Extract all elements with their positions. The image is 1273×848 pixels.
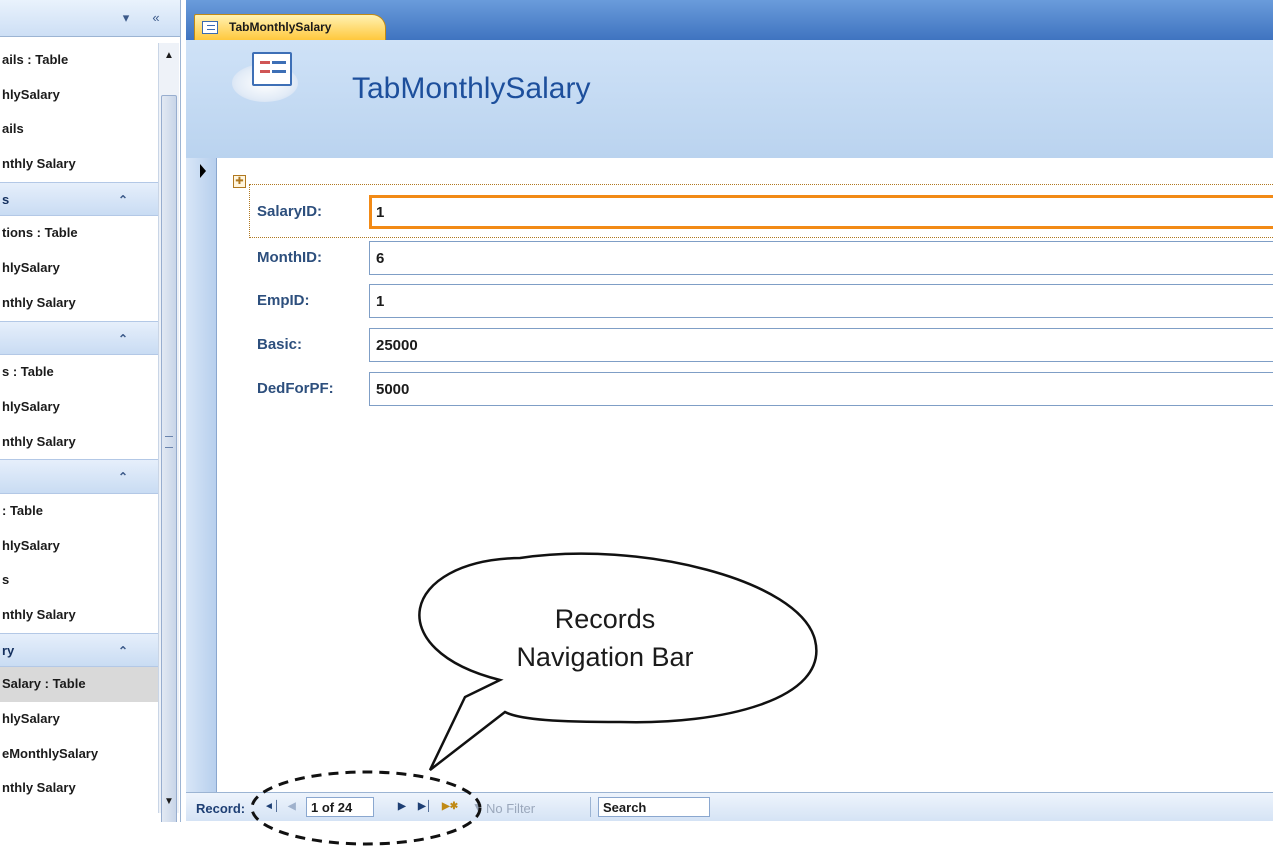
- nav-item-label: hlySalary: [2, 86, 60, 102]
- nav-item-label: s: [2, 191, 10, 207]
- nav-item-label: s: [2, 572, 10, 588]
- last-record-icon[interactable]: ▶│: [418, 801, 432, 812]
- scroll-thumb[interactable]: [161, 95, 177, 822]
- current-record-arrow-icon: [200, 164, 206, 178]
- nav-item[interactable]: ails : Table: [0, 43, 158, 78]
- new-record-icon[interactable]: ▶✱: [442, 801, 458, 812]
- collapse-chevron-icon[interactable]: ⌃: [118, 634, 128, 667]
- tab-label: TabMonthlySalary: [229, 20, 332, 34]
- nav-item[interactable]: nthly Salary: [0, 147, 158, 182]
- nav-item[interactable]: hlySalary: [0, 702, 158, 737]
- nav-group-header[interactable]: ⌃: [0, 459, 158, 494]
- nav-item[interactable]: eMonthlySalary: [0, 737, 158, 772]
- document-tab-strip: TabMonthlySalary: [186, 0, 1273, 40]
- nav-item[interactable]: nthly Salary: [0, 425, 158, 460]
- nav-item[interactable]: s : Table: [0, 355, 158, 390]
- shutter-bar-close-icon[interactable]: «: [148, 10, 164, 26]
- nav-item-label: ails : Table: [2, 52, 69, 67]
- nav-item[interactable]: Salary : Table: [0, 667, 158, 703]
- nav-item-label: eMonthlySalary: [2, 745, 99, 761]
- form-title: TabMonthlySalary: [352, 72, 591, 105]
- no-filter-button[interactable]: No Filter: [486, 801, 535, 816]
- field-row-empid: EmpID: 1: [217, 284, 1273, 318]
- previous-record-icon[interactable]: ◀: [288, 801, 296, 812]
- search-input[interactable]: Search: [598, 797, 710, 817]
- layout-move-handle-icon[interactable]: ✚: [233, 175, 246, 188]
- nav-item[interactable]: : Table: [0, 494, 158, 529]
- collapse-chevron-icon[interactable]: ⌃: [118, 183, 128, 216]
- callout-text: Records Navigation Bar: [470, 600, 740, 676]
- record-navigation-bar: Record: ◄│ ◀ 1 of 24 ▶ ▶│ ▶✱ ▼ No Filter…: [186, 792, 1273, 821]
- nav-object-list: ails : Table hlySalary ails nthly Salary s ⌃ t…: [0, 43, 158, 806]
- nav-item-label: nthly Salary: [2, 156, 76, 172]
- grip-icon: [165, 436, 173, 448]
- first-record-icon[interactable]: ◄│: [264, 801, 280, 812]
- nav-item-label: s : Table: [2, 364, 54, 380]
- nav-item[interactable]: hlySalary: [0, 78, 158, 113]
- nav-item-label: nthly Salary: [2, 780, 76, 796]
- scroll-down-icon[interactable]: ▼: [162, 795, 176, 809]
- nav-group-header[interactable]: ry ⌃: [0, 632, 158, 668]
- nav-item[interactable]: hlySalary: [0, 529, 158, 564]
- record-selector[interactable]: [186, 158, 217, 792]
- nav-pane-header: ▾ «: [0, 0, 180, 37]
- divider: [590, 797, 591, 817]
- collapse-chevron-icon[interactable]: ⌃: [118, 460, 128, 493]
- nav-item[interactable]: hlySalary: [0, 251, 158, 286]
- nav-item[interactable]: ails: [0, 112, 158, 147]
- navigation-pane: ▾ « ails : Table hlySalary ails nthly Salar…: [0, 0, 181, 822]
- field-label: Basic:: [257, 336, 303, 353]
- nav-item[interactable]: hlySalary: [0, 390, 158, 425]
- nav-item[interactable]: nthly Salary: [0, 598, 158, 633]
- record-counter-input[interactable]: 1 of 24: [306, 797, 374, 817]
- nav-group-header[interactable]: s ⌃: [0, 181, 158, 217]
- field-label: MonthID:: [257, 249, 322, 266]
- nav-item-label: hlySalary: [2, 711, 60, 727]
- tab-tabmonthlysalary[interactable]: TabMonthlySalary: [194, 14, 386, 40]
- monthid-field[interactable]: 6: [369, 241, 1273, 275]
- basic-field[interactable]: 25000: [369, 328, 1273, 362]
- nav-item-label: hlySalary: [2, 537, 60, 553]
- nav-item-label: nthly Salary: [2, 607, 76, 622]
- nav-item-label: Salary : Table: [2, 676, 86, 692]
- form-detail: ✚ SalaryID: 1 MonthID: 6 EmpID: 1 Basic:…: [217, 158, 1273, 792]
- filter-icon: ▼: [472, 800, 484, 814]
- nav-item-label: hlySalary: [2, 260, 60, 276]
- form-large-icon: [232, 46, 302, 108]
- document-area: TabMonthlySalary TabMonthlySalary ✚ Sala…: [186, 0, 1273, 822]
- form-header: TabMonthlySalary: [186, 40, 1273, 158]
- empid-field[interactable]: 1: [369, 284, 1273, 318]
- nav-item[interactable]: nthly Salary: [0, 771, 158, 806]
- callout-line-1: Records: [554, 604, 656, 634]
- field-row-basic: Basic: 25000: [217, 328, 1273, 362]
- scroll-up-icon[interactable]: ▲: [162, 49, 176, 63]
- nav-item-label: ry: [2, 642, 15, 658]
- collapse-chevron-icon[interactable]: ⌃: [118, 322, 128, 355]
- nav-item-label: tions : Table: [2, 225, 78, 241]
- nav-group-header[interactable]: ⌃: [0, 320, 158, 356]
- salaryid-field[interactable]: 1: [369, 195, 1273, 229]
- callout-line-2: Navigation Bar: [516, 642, 694, 672]
- nav-item-label: nthly Salary: [2, 433, 76, 449]
- field-row-dedforpf: DedForPF: 5000: [217, 372, 1273, 406]
- field-label: SalaryID:: [257, 203, 323, 220]
- nav-scrollbar[interactable]: ▲ ▼: [158, 43, 179, 822]
- nav-item-label: : Table: [2, 502, 43, 518]
- nav-item[interactable]: s: [0, 563, 158, 598]
- nav-item-label: hlySalary: [2, 398, 60, 414]
- dedforpf-field[interactable]: 5000: [369, 372, 1273, 406]
- chevron-down-icon[interactable]: ▾: [118, 10, 134, 26]
- next-record-icon[interactable]: ▶: [398, 801, 406, 812]
- field-row-monthid: MonthID: 6: [217, 241, 1273, 275]
- nav-item[interactable]: tions : Table: [0, 216, 158, 251]
- nav-item-label: ails: [2, 121, 24, 137]
- field-label: EmpID:: [257, 292, 310, 309]
- record-label: Record:: [196, 801, 246, 816]
- form-icon: [202, 21, 218, 34]
- field-row-salaryid: SalaryID: 1: [217, 195, 1273, 229]
- nav-item-label: nthly Salary: [2, 294, 76, 310]
- field-label: DedForPF:: [257, 380, 334, 397]
- nav-item[interactable]: nthly Salary: [0, 286, 158, 321]
